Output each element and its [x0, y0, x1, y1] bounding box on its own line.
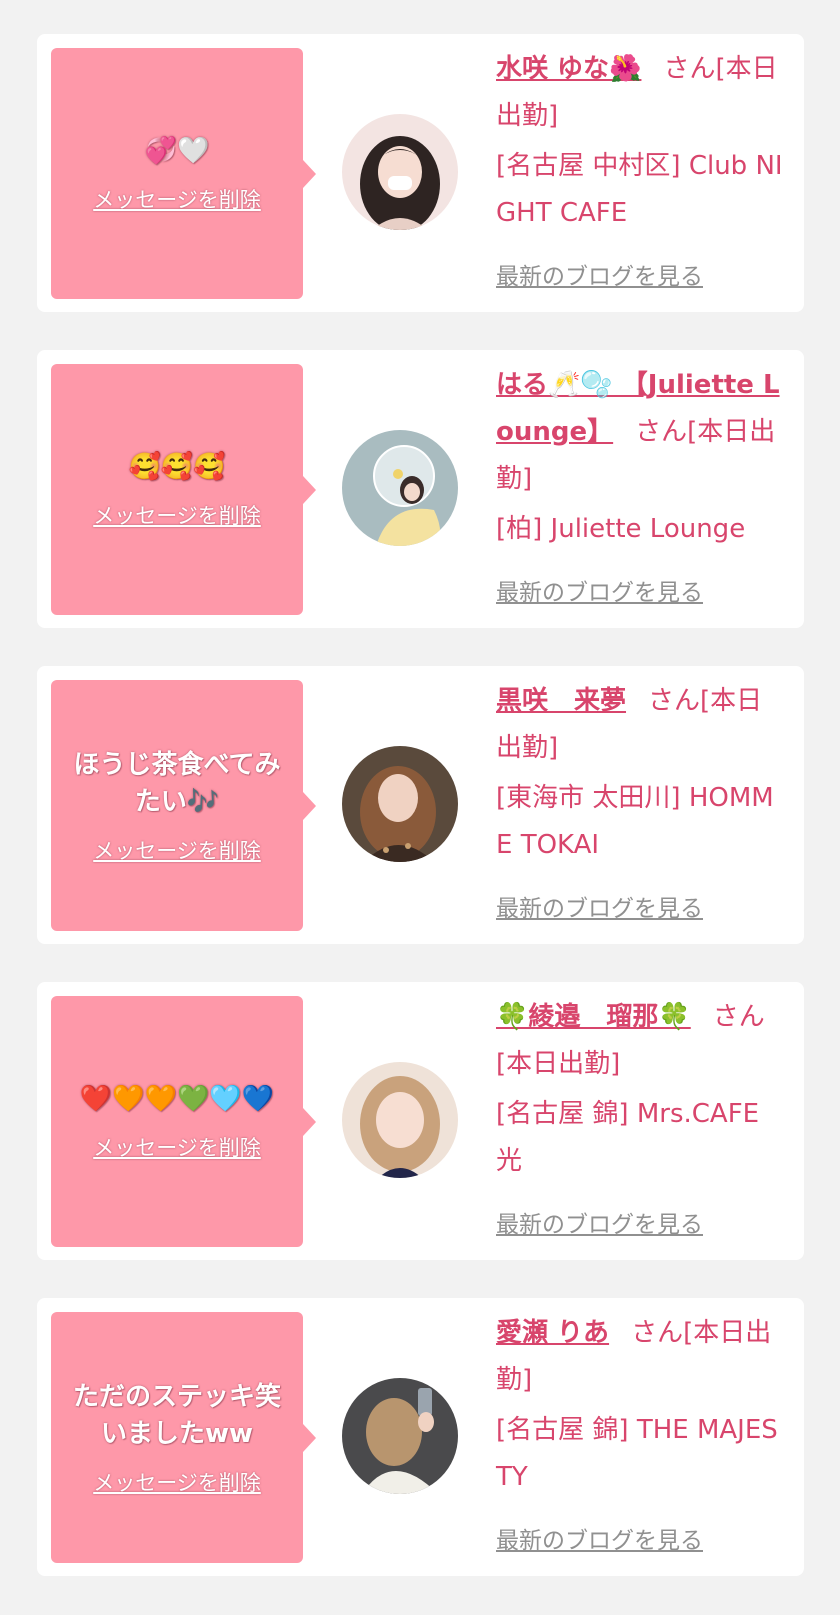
message-text: ほうじ茶食べてみたい🎶	[73, 749, 281, 817]
avatar[interactable]	[342, 430, 458, 546]
message-bubble: ❤️🧡🧡💚🩵💙 メッセージを削除	[51, 996, 316, 1247]
cast-info: 黒咲 来夢 さん[本日出勤] [東海市 太田川] HOMME TOKAI	[496, 678, 786, 869]
shop-location: [名古屋 錦] THE MAJESTY	[496, 1415, 778, 1492]
message-text: 🥰🥰🥰	[128, 452, 226, 482]
latest-blog-link[interactable]: 最新のブログを見る	[496, 573, 703, 607]
message-bubble: 🥰🥰🥰 メッセージを削除	[51, 364, 316, 615]
cast-name-link[interactable]: 🍀綾邉 瑠那🍀	[496, 1002, 691, 1032]
avatar[interactable]	[342, 114, 458, 230]
message-text: 💞🤍	[144, 136, 210, 166]
latest-blog-link[interactable]: 最新のブログを見る	[496, 257, 703, 291]
message-card: ただのステッキ笑いましたww メッセージを削除 愛瀬 りあ さん[本日出勤] [名…	[37, 1298, 804, 1576]
message-bubble: ほうじ茶食べてみたい🎶 メッセージを削除	[51, 680, 316, 931]
cast-info: 愛瀬 りあ さん[本日出勤] [名古屋 錦] THE MAJESTY	[496, 1310, 786, 1501]
message-bubble: 💞🤍 メッセージを削除	[51, 48, 316, 299]
latest-blog-link[interactable]: 最新のブログを見る	[496, 1521, 703, 1555]
message-card: ❤️🧡🧡💚🩵💙 メッセージを削除 🍀綾邉 瑠那🍀 さん[本日出勤] [名古屋 錦]…	[37, 982, 804, 1260]
message-text: ただのステッキ笑いましたww	[72, 1381, 281, 1449]
delete-message-link[interactable]: メッセージを削除	[93, 1132, 261, 1162]
cast-info: はる🥂🫧 【Juliette Lounge】 さん[本日出勤] [柏] Julie…	[496, 362, 786, 553]
shop-location: [名古屋 錦] Mrs.CAFE 光	[496, 1099, 760, 1176]
message-card: 🥰🥰🥰 メッセージを削除 はる🥂🫧 【Juliette Lounge】 さん[本日…	[37, 350, 804, 628]
latest-blog-link[interactable]: 最新のブログを見る	[496, 889, 703, 923]
shop-location: [柏] Juliette Lounge	[496, 514, 746, 544]
message-text: ❤️🧡🧡💚🩵💙	[79, 1084, 275, 1114]
cast-name-link[interactable]: 愛瀬 りあ	[496, 1318, 609, 1348]
message-card: 💞🤍 メッセージを削除 水咲 ゆな🌺 さん[本日出勤] [名古屋 中村区] Clu…	[37, 34, 804, 312]
cast-info: 🍀綾邉 瑠那🍀 さん[本日出勤] [名古屋 錦] Mrs.CAFE 光	[496, 994, 786, 1185]
cast-name-link[interactable]: 黒咲 来夢	[496, 686, 626, 716]
latest-blog-link[interactable]: 最新のブログを見る	[496, 1205, 703, 1239]
shop-location: [名古屋 中村区] Club NIGHT CAFE	[496, 151, 783, 228]
avatar[interactable]	[342, 1378, 458, 1494]
message-list: 💞🤍 メッセージを削除 水咲 ゆな🌺 さん[本日出勤] [名古屋 中村区] Clu…	[0, 0, 840, 1615]
delete-message-link[interactable]: メッセージを削除	[93, 1467, 261, 1497]
cast-info: 水咲 ゆな🌺 さん[本日出勤] [名古屋 中村区] Club NIGHT CAFE	[496, 46, 786, 237]
message-bubble: ただのステッキ笑いましたww メッセージを削除	[51, 1312, 316, 1563]
avatar[interactable]	[342, 746, 458, 862]
delete-message-link[interactable]: メッセージを削除	[93, 835, 261, 865]
cast-name-link[interactable]: 水咲 ゆな🌺	[496, 54, 641, 84]
avatar[interactable]	[342, 1062, 458, 1178]
delete-message-link[interactable]: メッセージを削除	[93, 184, 261, 214]
message-card: ほうじ茶食べてみたい🎶 メッセージを削除 黒咲 来夢 さん[本日出勤] [東海市 …	[37, 666, 804, 944]
shop-location: [東海市 太田川] HOMME TOKAI	[496, 783, 774, 860]
delete-message-link[interactable]: メッセージを削除	[93, 500, 261, 530]
